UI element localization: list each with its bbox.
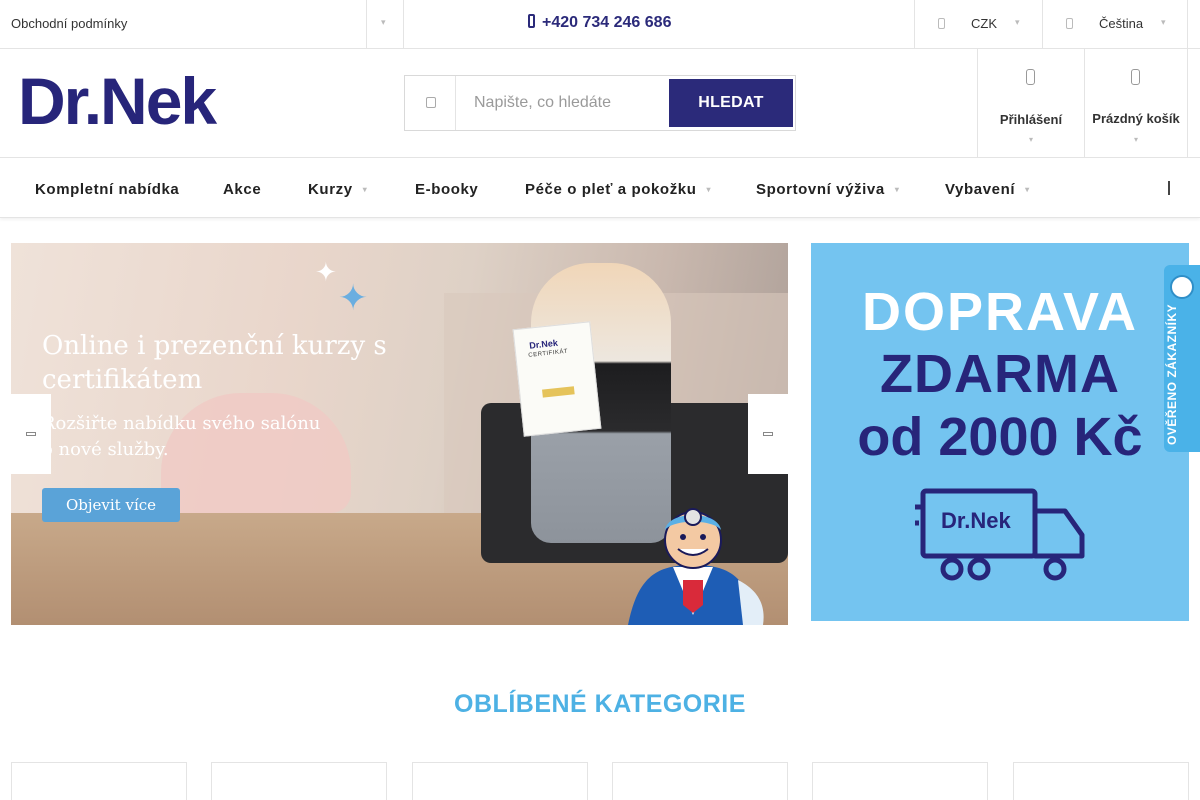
main-navigation: Kompletní nabídka Akce Kurzy ▾ E-booky Pé… [0, 158, 1200, 218]
nav-label: Kompletní nabídka [35, 181, 180, 198]
category-card[interactable] [412, 762, 588, 800]
category-card[interactable] [11, 762, 187, 800]
search-box: HLEDAT [404, 75, 796, 131]
cart-label: Prázdný košík [1092, 111, 1180, 126]
cart-icon [1131, 69, 1140, 85]
logo[interactable]: Dr.Nek [18, 68, 217, 134]
delivery-truck-icon: Dr.Nek [915, 488, 1085, 581]
search-button[interactable]: HLEDAT [669, 79, 793, 127]
login-label: Přihlášení [999, 112, 1063, 127]
categories-heading: OBLÍBENÉ KATEGORIE [454, 690, 746, 718]
top-bar: Obchodní podmínky ▾ +420 734 246 686 CZK… [0, 0, 1200, 49]
certificate-seal [542, 386, 575, 398]
slider-prev-button[interactable] [11, 394, 51, 474]
category-card[interactable] [1013, 762, 1189, 800]
promo-line-1: DOPRAVA [861, 282, 1138, 342]
search-icon [405, 76, 456, 130]
nav-label: Sportovní výživa [756, 181, 885, 198]
nav-label: Vybavení [945, 181, 1016, 198]
promo-line-2: ZDARMA [880, 344, 1120, 404]
verified-reviews-badge[interactable]: OVĚŘENO ZÁKAZNÍKY [1164, 265, 1200, 452]
badge-label: OVĚŘENO ZÁKAZNÍKY [1165, 303, 1179, 445]
divider [403, 0, 404, 48]
category-card[interactable] [211, 762, 387, 800]
slider-next-button[interactable] [748, 394, 788, 474]
phone-icon [528, 14, 535, 28]
chevron-down-icon[interactable]: ▾ [381, 17, 386, 28]
category-card[interactable] [612, 762, 788, 800]
chevron-down-icon: ▾ [362, 185, 368, 194]
mascot-doctor-icon [628, 508, 764, 625]
hero-title: Online i prezenční kurzy s certifikátem [42, 331, 387, 395]
nav-label: E-booky [415, 181, 479, 198]
currency-icon [938, 18, 945, 29]
nav-label: Kurzy [308, 181, 353, 198]
currency-select[interactable]: CZK [971, 16, 997, 31]
chevron-down-icon[interactable]: ▾ [1015, 17, 1020, 28]
free-shipping-banner[interactable]: DOPRAVA ZDARMA od 2000 Kč Dr.Nek [811, 243, 1189, 621]
chevron-down-icon: ▾ [1133, 135, 1138, 144]
chevron-down-icon[interactable]: ▾ [1161, 17, 1166, 28]
login-button[interactable]: Přihlášení ▾ [977, 49, 1084, 157]
terms-link[interactable]: Obchodní podmínky [11, 16, 127, 31]
nav-label: Péče o pleť a pokožku [525, 181, 697, 198]
globe-icon [1066, 18, 1073, 29]
promo-line-3: od 2000 Kč [857, 407, 1143, 467]
truck-logo: Dr.Nek [941, 508, 1011, 533]
sparkle-icon: ✦ [338, 277, 369, 318]
user-icon [1026, 69, 1035, 85]
search-input[interactable] [457, 78, 667, 128]
nav-label: Akce [223, 181, 262, 198]
sparkle-icon: ✦ [315, 257, 337, 287]
nav-item-e-booky[interactable]: E-booky [415, 181, 478, 198]
nav-item-kurzy[interactable]: Kurzy ▾ [308, 181, 367, 198]
nav-item-sportovni-vyziva[interactable]: Sportovní výživa ▾ [756, 181, 899, 198]
chevron-down-icon: ▾ [1025, 185, 1030, 194]
certificate-brand: Dr.Nek [528, 337, 559, 351]
hero-slider[interactable]: Dr.Nek CERTIFIKÁT ✦ ✦ Online i prezenční… [11, 243, 788, 625]
chevron-down-icon: ▾ [706, 185, 712, 194]
more-menu-icon[interactable] [1168, 181, 1172, 195]
hero-cta-button[interactable]: Objevit více [42, 488, 180, 522]
nav-item-vybaveni[interactable]: Vybavení ▾ [945, 181, 1030, 198]
site-header: Dr.Nek HLEDAT Přihlášení ▾ Prázdný košík… [0, 49, 1200, 158]
hero-certificate: Dr.Nek CERTIFIKÁT [512, 321, 602, 437]
chevron-down-icon: ▾ [1028, 135, 1033, 144]
phone-number: +420 734 246 686 [542, 14, 672, 31]
hero-subtitle: Rozšiřte nabídku svého salónu o nové slu… [42, 413, 321, 460]
phone-link[interactable]: +420 734 246 686 [528, 14, 671, 32]
arrow-left-icon [26, 432, 36, 436]
category-card[interactable] [812, 762, 988, 800]
chevron-down-icon: ▾ [894, 185, 900, 194]
cart-button[interactable]: Prázdný košík ▾ [1084, 49, 1188, 157]
divider [366, 0, 367, 48]
divider [914, 0, 915, 48]
nav-item-pece-o-plet[interactable]: Péče o pleť a pokožku ▾ [525, 181, 711, 198]
nav-item-akce[interactable]: Akce [223, 181, 261, 198]
language-select[interactable]: Čeština [1099, 16, 1143, 31]
arrow-right-icon [763, 432, 773, 436]
nav-item-kompletni-nabidka[interactable]: Kompletní nabídka [35, 181, 179, 198]
divider [1187, 0, 1188, 48]
divider [1042, 0, 1043, 48]
verified-seal-icon [1170, 275, 1194, 299]
